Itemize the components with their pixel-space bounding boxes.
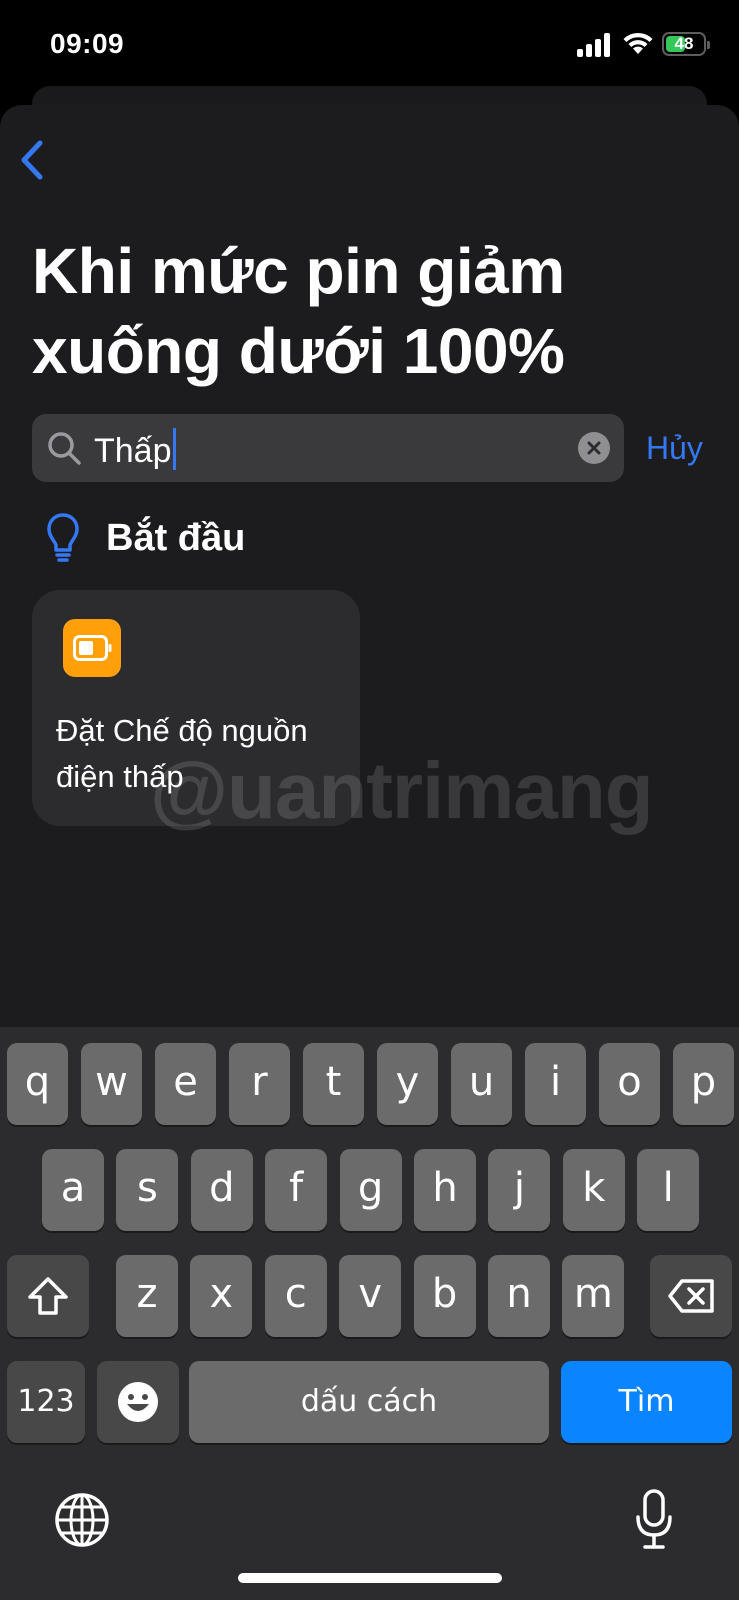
status-bar: 09:09 48 bbox=[0, 0, 739, 90]
wifi-icon bbox=[623, 32, 653, 54]
key-label: i bbox=[549, 1059, 562, 1105]
action-label: Đặt Chế độ nguồn điện thấp bbox=[56, 713, 308, 794]
key-label: x bbox=[209, 1271, 234, 1317]
key-label: k bbox=[582, 1165, 606, 1211]
text-cursor bbox=[172, 428, 176, 470]
clear-icon bbox=[587, 441, 601, 455]
key-v[interactable]: v bbox=[339, 1255, 402, 1337]
search-value[interactable]: Thấp bbox=[94, 428, 176, 471]
battery-indicator: 48 bbox=[662, 32, 710, 56]
clear-search-button[interactable] bbox=[578, 432, 610, 464]
key-m[interactable]: m bbox=[562, 1255, 625, 1337]
key-q[interactable]: q bbox=[7, 1043, 68, 1125]
key-label: c bbox=[284, 1271, 307, 1317]
emoji-key[interactable] bbox=[97, 1361, 179, 1443]
key-label: s bbox=[136, 1165, 158, 1211]
low-power-mode-action[interactable]: Đặt Chế độ nguồn điện thấp bbox=[32, 590, 360, 826]
key-label: q bbox=[24, 1059, 51, 1105]
key-j[interactable]: j bbox=[488, 1149, 551, 1231]
lightbulb-icon bbox=[47, 513, 79, 562]
key-k[interactable]: k bbox=[562, 1149, 625, 1231]
key-b[interactable]: b bbox=[413, 1255, 476, 1337]
key-label: u bbox=[468, 1059, 495, 1105]
section-title: Bắt đầu bbox=[106, 516, 246, 559]
key-label: w bbox=[95, 1059, 128, 1105]
space-key[interactable]: dấu cách bbox=[189, 1361, 549, 1443]
key-label: g bbox=[357, 1165, 384, 1211]
globe-icon[interactable] bbox=[54, 1492, 110, 1548]
key-label: d bbox=[209, 1165, 235, 1211]
key-h[interactable]: h bbox=[414, 1149, 476, 1231]
key-l[interactable]: l bbox=[637, 1149, 700, 1231]
shift-icon bbox=[28, 1277, 68, 1315]
key-label: m bbox=[573, 1271, 613, 1317]
search-return-key[interactable]: Tìm bbox=[561, 1361, 732, 1443]
page-title: Khi mức pin giảm xuống dưới 100% bbox=[32, 235, 565, 387]
space-key-label: dấu cách bbox=[300, 1384, 438, 1419]
key-label: r bbox=[251, 1059, 268, 1105]
return-key-label: Tìm bbox=[618, 1384, 675, 1419]
delete-icon bbox=[668, 1279, 714, 1313]
search-value-text: Thấp bbox=[94, 432, 172, 470]
section-header: Bắt đầu bbox=[46, 510, 245, 566]
key-n[interactable]: n bbox=[488, 1255, 550, 1337]
numbers-key[interactable]: 123 bbox=[7, 1361, 85, 1443]
delete-key[interactable] bbox=[650, 1255, 732, 1337]
key-label: p bbox=[690, 1059, 717, 1105]
key-label: h bbox=[432, 1165, 458, 1211]
key-a[interactable]: a bbox=[42, 1149, 104, 1231]
shift-key[interactable] bbox=[7, 1255, 89, 1337]
microphone-icon[interactable] bbox=[634, 1489, 674, 1551]
battery-cap bbox=[707, 41, 710, 49]
key-w[interactable]: w bbox=[81, 1043, 142, 1125]
key-label: n bbox=[506, 1271, 532, 1317]
key-f[interactable]: f bbox=[265, 1149, 328, 1231]
cancel-button[interactable]: Hủy bbox=[646, 418, 703, 478]
battery-icon bbox=[63, 619, 121, 677]
key-t[interactable]: t bbox=[303, 1043, 364, 1125]
key-d[interactable]: d bbox=[190, 1149, 253, 1231]
home-indicator bbox=[238, 1573, 502, 1583]
key-label: l bbox=[662, 1165, 674, 1211]
back-button[interactable] bbox=[14, 135, 54, 185]
key-label: j bbox=[513, 1165, 525, 1211]
search-icon bbox=[48, 432, 81, 465]
key-label: t bbox=[325, 1059, 342, 1105]
key-c[interactable]: c bbox=[264, 1255, 327, 1337]
key-label: a bbox=[60, 1165, 86, 1211]
key-i[interactable]: i bbox=[525, 1043, 586, 1125]
key-s[interactable]: s bbox=[116, 1149, 179, 1231]
key-label: e bbox=[173, 1059, 198, 1105]
emoji-icon bbox=[118, 1382, 158, 1422]
key-u[interactable]: u bbox=[451, 1043, 512, 1125]
key-z[interactable]: z bbox=[116, 1255, 178, 1337]
key-label: b bbox=[431, 1271, 458, 1317]
key-label: v bbox=[358, 1271, 383, 1317]
search-input[interactable]: Thấp bbox=[32, 414, 624, 482]
key-o[interactable]: o bbox=[599, 1043, 660, 1125]
key-y[interactable]: y bbox=[377, 1043, 438, 1125]
key-p[interactable]: p bbox=[673, 1043, 734, 1125]
key-label: y bbox=[395, 1059, 420, 1105]
key-label: o bbox=[617, 1059, 642, 1105]
numbers-key-label: 123 bbox=[17, 1384, 75, 1419]
keyboard: qwe r t y u i o p a s d f g h j k l z x c v b nm 123 dấu các… bbox=[0, 1027, 739, 1600]
battery-level: 48 bbox=[674, 34, 694, 53]
key-x[interactable]: x bbox=[190, 1255, 253, 1337]
cellular-signal-icon bbox=[577, 33, 613, 57]
key-g[interactable]: g bbox=[339, 1149, 402, 1231]
key-label: z bbox=[136, 1271, 158, 1317]
key-label: f bbox=[289, 1165, 304, 1211]
key-r[interactable]: r bbox=[229, 1043, 290, 1125]
key-e[interactable]: e bbox=[155, 1043, 216, 1125]
status-time: 09:09 bbox=[50, 28, 125, 59]
